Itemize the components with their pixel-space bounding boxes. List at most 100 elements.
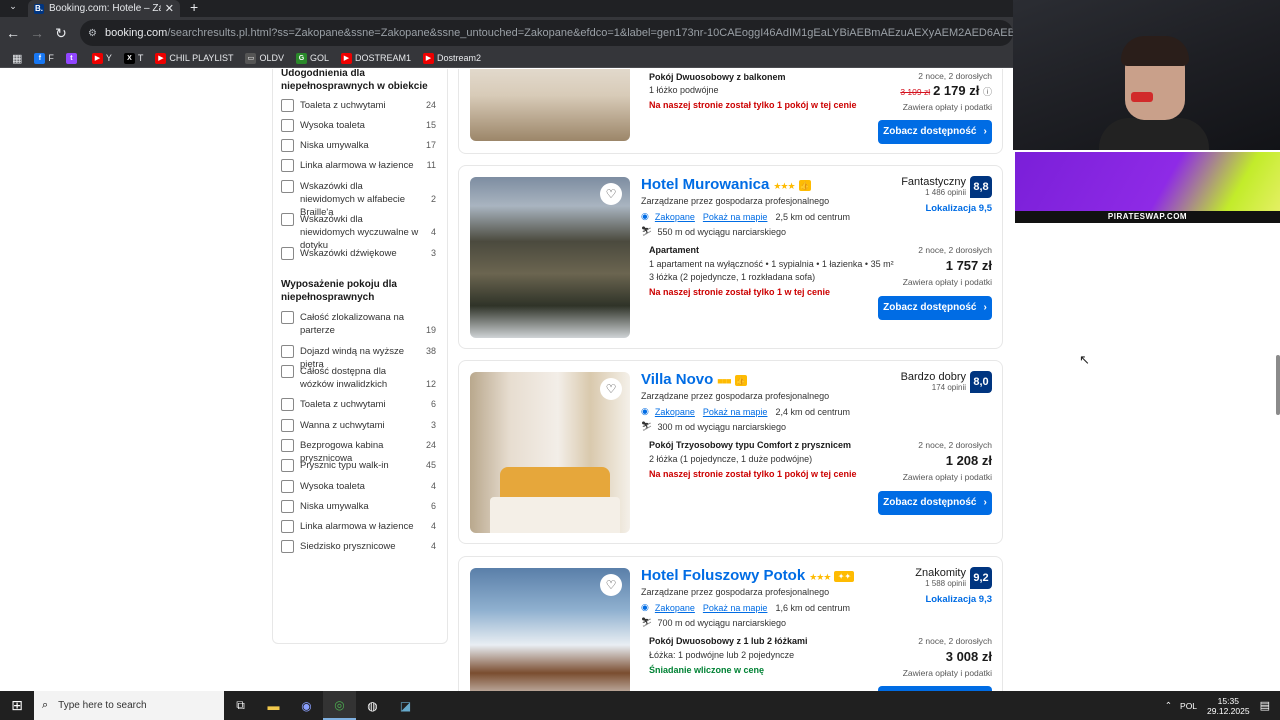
windows-start-icon[interactable]: ⊞ [0, 691, 34, 720]
hotel-name[interactable]: Hotel Murowanica ★★★ 👍 [641, 176, 811, 193]
filter-option[interactable]: Linka alarmowa w łazience 11 [281, 159, 436, 172]
chevron-right-icon: › [983, 126, 987, 137]
info-icon: ⓘ [982, 87, 992, 97]
checkbox[interactable] [281, 540, 294, 553]
hotel-photo[interactable]: ♡ [470, 568, 630, 691]
back-arrow-icon[interactable]: ← [2, 25, 24, 41]
notifications-icon[interactable]: ▤ [1260, 699, 1270, 712]
checkbox[interactable] [281, 419, 294, 432]
filter-option[interactable]: Wanna z uchwytami 3 [281, 419, 436, 432]
city-link[interactable]: Zakopane [655, 603, 695, 613]
checkbox[interactable] [281, 500, 294, 513]
checkbox[interactable] [281, 311, 294, 324]
hotel-card: ♡ Hotel Foluszowy Potok ★★★ ✦✦ Zarządzane … [458, 556, 1003, 691]
reload-icon[interactable]: ↻ [50, 25, 72, 42]
ski-lift-icon: ⛷ [641, 226, 653, 236]
address-bar[interactable]: ⚙ booking.com/searchresults.pl.html?ss=Z… [80, 20, 1013, 46]
location-row: ◉ Zakopane Pokaż na mapie 2,5 km od centrum [641, 211, 850, 222]
youtube-icon: ▶ [155, 52, 167, 64]
hotel-name[interactable]: Hotel Foluszowy Potok ★★★ ✦✦ [641, 567, 855, 584]
filter-option[interactable]: Toaleta z uchwytami 6 [281, 398, 436, 411]
tab-close-icon[interactable]: ✕ [165, 2, 174, 15]
hotel-name[interactable]: Villa Novo ■■■ 👍 [641, 371, 747, 388]
search-results-page: Udogodnienia dla niepełnosprawnych w obi… [0, 69, 1013, 691]
checkbox[interactable] [281, 365, 294, 378]
checkbox[interactable] [281, 345, 294, 358]
apps-grid-icon[interactable]: ▦ [12, 52, 22, 65]
favorite-heart-icon[interactable]: ♡ [600, 183, 622, 205]
checkbox[interactable] [281, 439, 294, 452]
chevron-up-icon[interactable]: ⌃ [1165, 700, 1172, 711]
checkbox[interactable] [281, 180, 294, 193]
nights-info: 2 noce, 2 dorosłych [918, 71, 992, 81]
file-explorer-icon[interactable]: ▬ [257, 691, 290, 720]
bookmark-item[interactable]: ▶ Dostream2 [423, 52, 481, 64]
task-view-icon[interactable]: ⧉ [224, 691, 257, 720]
filter-option[interactable]: Niska umywalka 17 [281, 139, 436, 152]
page-scrollbar[interactable] [1276, 355, 1280, 415]
youtube-icon: ▶ [423, 52, 434, 64]
tab-booking[interactable]: B. Booking.com: Hotele – Zakopane ✕ [28, 0, 180, 17]
filter-option[interactable]: Wskazówki dźwiękowe 3 [281, 247, 436, 260]
see-availability-button[interactable]: Zobacz dostępność › [878, 296, 992, 320]
checkbox[interactable] [281, 213, 294, 226]
favorite-heart-icon[interactable]: ♡ [600, 574, 622, 596]
favorite-heart-icon[interactable]: ♡ [600, 378, 622, 400]
filter-option[interactable]: Prysznic typu walk-in 45 [281, 459, 436, 472]
new-tab-icon[interactable]: + [190, 0, 198, 14]
bookmark-item[interactable]: t [65, 52, 80, 64]
city-link[interactable]: Zakopane [655, 407, 695, 417]
location-row: ◉ Zakopane Pokaż na mapie 1,6 km od centrum [641, 602, 850, 613]
filter-option[interactable]: Wysoka toaleta 15 [281, 119, 436, 132]
hotel-photo[interactable]: ♡ [470, 372, 630, 533]
bookmark-item[interactable]: ▶ CHIL PLAYLIST [155, 52, 233, 64]
show-on-map-link[interactable]: Pokaż na mapie [703, 603, 768, 613]
checkbox[interactable] [281, 119, 294, 132]
language-indicator[interactable]: POL [1180, 701, 1197, 711]
bookmark-item[interactable]: ▶ DOSTREAM1 [340, 52, 411, 64]
checkbox[interactable] [281, 459, 294, 472]
filter-option[interactable]: Całość zlokalizowana na parterze 19 [281, 311, 436, 337]
review-score[interactable]: Znakomity 1 588 opinii 9,2 [915, 567, 992, 589]
checkbox[interactable] [281, 99, 294, 112]
bookmark-item[interactable]: G GOL [295, 52, 329, 64]
tab-search-icon[interactable]: ⌄ [4, 0, 22, 14]
room-info: Apartament 1 apartament na wyłączność • … [649, 245, 894, 297]
city-link[interactable]: Zakopane [655, 212, 695, 222]
bookmark-item[interactable]: ▭ OLDV [245, 52, 284, 64]
checkbox[interactable] [281, 159, 294, 172]
filter-option[interactable]: Siedzisko prysznicowe 4 [281, 540, 436, 553]
bookmark-item[interactable]: fF [34, 52, 54, 64]
nights-info: 2 noce, 2 dorosłych [918, 636, 992, 646]
show-on-map-link[interactable]: Pokaż na mapie [703, 212, 768, 222]
obs-icon[interactable]: ◍ [356, 691, 389, 720]
forward-arrow-icon[interactable]: → [26, 25, 48, 41]
filter-option[interactable]: Całość dostępna dla wózków inwalidzkich 1… [281, 365, 436, 391]
hotel-photo[interactable]: ♡ [470, 177, 630, 338]
discord-icon[interactable]: ◉ [290, 691, 323, 720]
filter-option[interactable]: Toaleta z uchwytami 24 [281, 99, 436, 112]
hotel-photo[interactable] [470, 69, 630, 141]
checkbox[interactable] [281, 398, 294, 411]
star-rating-icon: ★★★ [809, 572, 831, 582]
filter-option[interactable]: Niska umywalka 6 [281, 500, 436, 513]
chrome-icon[interactable]: ◎ [323, 691, 356, 720]
bookmark-item[interactable]: ▶ Y [91, 52, 112, 64]
taskbar-search[interactable]: ⌕ Type here to search [34, 691, 224, 720]
see-availability-button[interactable]: Zobacz dostępność › [878, 120, 992, 144]
checkbox[interactable] [281, 139, 294, 152]
clock[interactable]: 15:35 29.12.2025 [1207, 696, 1250, 716]
checkbox[interactable] [281, 520, 294, 533]
review-score[interactable]: Fantastyczny 1 486 opinii 8,8 [901, 176, 992, 198]
show-on-map-link[interactable]: Pokaż na mapie [703, 407, 768, 417]
review-score[interactable]: Bardzo dobry 174 opinii 8,0 [901, 371, 992, 393]
app-icon[interactable]: ◪ [389, 691, 422, 720]
bookmark-item[interactable]: XT [123, 52, 143, 64]
filter-option[interactable]: Linka alarmowa w łazience 4 [281, 520, 436, 533]
site-info-icon[interactable]: ⚙ [88, 28, 97, 39]
filter-option[interactable]: Wysoka toaleta 4 [281, 480, 436, 493]
checkbox[interactable] [281, 247, 294, 260]
filter-heading: Wyposażenie pokoju dla niepełnosprawnych [281, 279, 397, 303]
checkbox[interactable] [281, 480, 294, 493]
see-availability-button[interactable]: Zobacz dostępność › [878, 491, 992, 515]
